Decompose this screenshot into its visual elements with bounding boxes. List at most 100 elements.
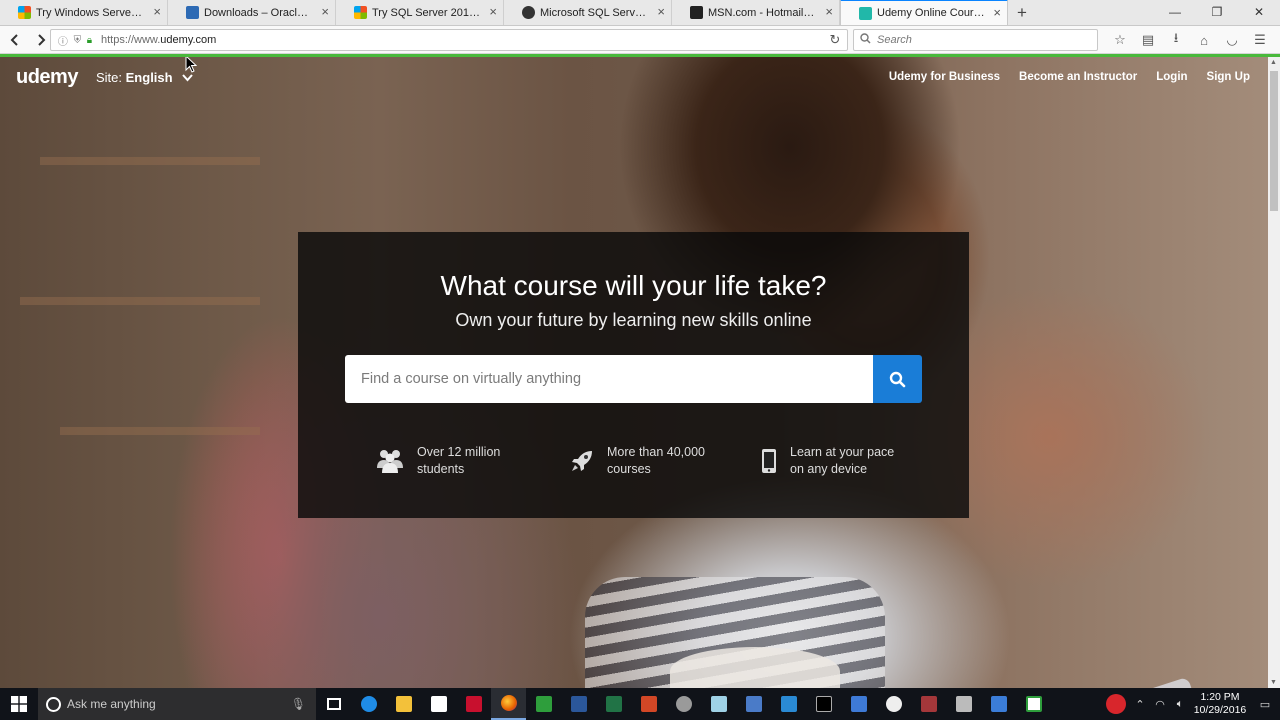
microsoft-icon [18,6,31,19]
camtasia-recorder-icon[interactable] [1016,688,1051,720]
home-icon[interactable]: ⌂ [1190,29,1218,51]
bookmark-star-icon[interactable]: ☆ [1106,29,1134,51]
paint-icon[interactable] [666,688,701,720]
edge-browser-icon[interactable] [351,688,386,720]
windows-taskbar: Ask me anything 🎙︎ ⌃ ◠ 🔈︎ 1:20 PM 10/29/… [0,688,1280,720]
github-icon [522,6,535,19]
feature-device-line1: Learn at your pace [790,445,895,459]
scroll-down-icon[interactable]: ▼ [1270,679,1277,686]
microphone-icon[interactable]: 🎙︎ [291,697,306,711]
site-language-selector[interactable]: Site: English [96,70,193,85]
back-arrow-icon[interactable] [4,29,26,51]
url-text[interactable]: https://www.udemy.com [99,34,823,46]
tab-strip: Try Windows Server 2012 |... × Downloads… [0,0,1280,26]
menu-icon[interactable]: ☰ [1246,29,1274,51]
mcafee-shield-icon[interactable] [456,688,491,720]
close-tab-icon[interactable]: × [825,5,833,18]
outlook-icon[interactable] [771,688,806,720]
forward-arrow-icon[interactable] [30,29,52,51]
camtasia-icon[interactable] [526,688,561,720]
search-placeholder: Search [877,34,912,46]
browser-tab[interactable]: Microsoft SQL Server Prod... × [504,0,672,25]
new-tab-button[interactable]: + [1008,0,1036,25]
hero-subtitle: Own your future by learning new skills o… [455,310,812,330]
remote-desktop-icon[interactable] [736,688,771,720]
course-search-input[interactable]: Find a course on virtually anything [345,355,873,403]
feature-students-line1: Over 12 million [417,445,501,459]
mobile-device-icon [761,448,777,474]
file-explorer-icon[interactable] [386,688,421,720]
site-identity[interactable]: ⓘ ⛨ 🔒︎ [51,33,99,48]
powerpoint-icon[interactable] [631,688,666,720]
udemy-for-business-link[interactable]: Udemy for Business [889,71,1000,83]
udemy-icon [859,6,872,20]
downloads-icon[interactable]: ⭳ [1162,29,1190,51]
chevron-up-icon[interactable]: ⌃ [1130,698,1150,711]
course-search-button[interactable] [873,355,922,403]
reading-list-icon[interactable]: ▤ [1134,29,1162,51]
maximize-icon[interactable]: ❐ [1196,0,1238,24]
taskbar-clock[interactable]: 1:20 PM 10/29/2016 [1190,691,1250,717]
network-icon[interactable] [946,688,981,720]
login-link[interactable]: Login [1156,71,1187,83]
close-window-icon[interactable]: ✕ [1238,0,1280,24]
phone-in-hand [1083,676,1197,688]
coffee-cup [670,647,840,688]
clock-date: 10/29/2016 [1193,704,1247,716]
excel-icon[interactable] [596,688,631,720]
url-domain: udemy.com [160,34,217,46]
action-center-icon[interactable]: ▭ [1250,698,1280,711]
browser-tab-active[interactable]: Udemy Online Courses - L... × [840,0,1008,25]
signup-link[interactable]: Sign Up [1207,71,1250,83]
store-icon[interactable] [421,688,456,720]
browser-tab[interactable]: MSN.com - Hotmail, Outl... × [672,0,840,25]
search-icon [860,33,871,47]
tab-title: Try Windows Server 2012 |... [36,6,145,19]
scroll-up-icon[interactable]: ▲ [1270,59,1277,66]
word-icon[interactable] [561,688,596,720]
minimize-icon[interactable]: — [1154,0,1196,24]
background-shelf [40,157,260,165]
become-instructor-link[interactable]: Become an Instructor [1019,71,1137,83]
reload-icon[interactable]: ↻ [823,32,847,48]
control-panel-icon[interactable] [841,688,876,720]
close-tab-icon[interactable]: × [321,5,329,18]
wifi-icon[interactable]: ◠ [1150,698,1170,711]
shield-icon: ⛨ [73,34,82,46]
close-tab-icon[interactable]: × [657,5,665,18]
close-tab-icon[interactable]: × [993,6,1001,19]
firefox-icon[interactable] [491,688,526,720]
clock-time: 1:20 PM [1200,691,1240,703]
browser-search-input[interactable]: Search [853,29,1098,51]
volume-icon[interactable]: 🔈︎ [1170,698,1190,711]
pocket-icon[interactable]: ◡ [1218,29,1246,51]
users-icon [376,448,404,474]
clock-icon[interactable] [876,688,911,720]
recording-icon[interactable] [1102,694,1130,714]
feature-courses-line2: courses [607,462,651,476]
info-icon: ⓘ [57,36,68,48]
page-scrollbar[interactable]: ▲ ▼ [1268,57,1280,688]
udemy-logo[interactable]: udemy [16,66,78,89]
cortana-search-box[interactable]: Ask me anything 🎙︎ [38,688,316,720]
address-bar[interactable]: ⓘ ⛨ 🔒︎ https://www.udemy.com ↻ [50,29,848,51]
browser-tab[interactable]: Try SQL Server 2014 SP1 |... × [336,0,504,25]
cortana-placeholder: Ask me anything [67,697,156,711]
command-prompt-icon[interactable] [806,688,841,720]
background-shelf [20,297,260,305]
browser-tab[interactable]: Downloads – Oracle VM Vi... × [168,0,336,25]
feature-students-line2: students [417,462,465,476]
windows-start-icon[interactable] [0,688,38,720]
sql-server-icon[interactable] [981,688,1016,720]
close-tab-icon[interactable]: × [153,5,161,18]
scrollbar-thumb[interactable] [1270,71,1278,211]
task-view-icon[interactable] [316,688,351,720]
hero-panel: What course will your life take? Own you… [298,232,969,518]
close-tab-icon[interactable]: × [489,5,497,18]
notepad-icon[interactable] [701,688,736,720]
site-label: Site: [96,70,123,85]
browser-tab[interactable]: Try Windows Server 2012 |... × [0,0,168,25]
access-icon[interactable] [911,688,946,720]
top-navigation: Udemy for Business Become an Instructor … [889,71,1250,83]
system-tray: ⌃ ◠ 🔈︎ 1:20 PM 10/29/2016 ▭ [1102,688,1280,720]
